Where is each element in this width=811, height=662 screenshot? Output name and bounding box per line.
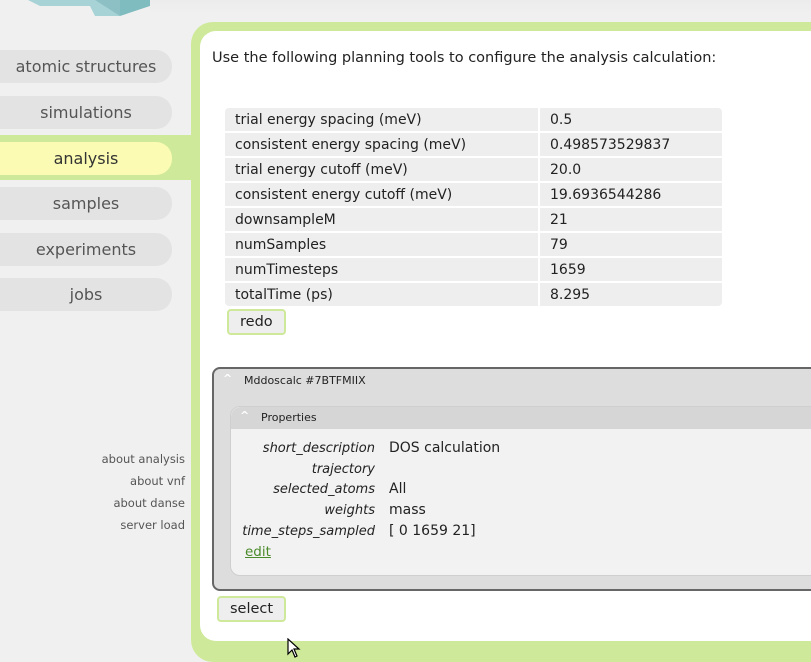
panel-title: Mddoscalc #7BTFMIIX bbox=[244, 374, 366, 387]
edit-link[interactable]: edit bbox=[245, 544, 271, 560]
param-value: 79 bbox=[540, 233, 722, 256]
table-row: trial energy spacing (meV) 0.5 bbox=[225, 108, 722, 131]
property-key: weights bbox=[324, 503, 375, 518]
table-row: downsampleM 21 bbox=[225, 208, 722, 231]
table-row: numTimesteps 1659 bbox=[225, 258, 722, 281]
nav-item-simulations[interactable]: simulations bbox=[0, 96, 172, 129]
about-danse-link[interactable]: about danse bbox=[0, 496, 185, 510]
param-value: 19.6936544286 bbox=[540, 183, 722, 206]
intro-text: Use the following planning tools to conf… bbox=[212, 50, 717, 66]
param-name: consistent energy cutoff (meV) bbox=[225, 183, 538, 206]
properties-panel: ^ Properties short_description DOS calcu… bbox=[230, 406, 811, 576]
param-name: numSamples bbox=[225, 233, 538, 256]
nav-item-experiments[interactable]: experiments bbox=[0, 233, 172, 266]
param-value: 21 bbox=[540, 208, 722, 231]
nav-item-jobs[interactable]: jobs bbox=[0, 278, 172, 311]
table-row: consistent energy cutoff (meV) 19.693654… bbox=[225, 183, 722, 206]
mouse-pointer-icon bbox=[287, 637, 301, 662]
param-value: 1659 bbox=[540, 258, 722, 281]
param-name: consistent energy spacing (meV) bbox=[225, 133, 538, 156]
nav-item-analysis[interactable]: analysis bbox=[0, 142, 172, 175]
property-key: short_description bbox=[262, 441, 375, 456]
param-name: numTimesteps bbox=[225, 258, 538, 281]
collapse-caret-icon[interactable]: ^ bbox=[223, 372, 232, 385]
property-key: selected_atoms bbox=[273, 482, 375, 497]
param-value: 20.0 bbox=[540, 158, 722, 181]
planning-table: trial energy spacing (meV) 0.5 consisten… bbox=[223, 106, 724, 308]
collapse-caret-icon[interactable]: ^ bbox=[240, 409, 249, 422]
table-row: consistent energy spacing (meV) 0.498573… bbox=[225, 133, 722, 156]
table-row: trial energy cutoff (meV) 20.0 bbox=[225, 158, 722, 181]
property-value: [ 0 1659 21] bbox=[389, 523, 476, 539]
table-row: totalTime (ps) 8.295 bbox=[225, 283, 722, 306]
property-value: mass bbox=[389, 502, 426, 518]
app-logo[interactable] bbox=[0, 0, 160, 16]
param-name: trial energy spacing (meV) bbox=[225, 108, 538, 131]
property-key: time_steps_sampled bbox=[242, 524, 375, 539]
property-value: DOS calculation bbox=[389, 440, 501, 456]
property-value: All bbox=[389, 481, 407, 497]
select-button[interactable]: select bbox=[217, 596, 287, 622]
computation-panel: ^ Mddoscalc #7BTFMIIX ^ Properties short… bbox=[212, 367, 811, 591]
nav-item-samples[interactable]: samples bbox=[0, 187, 172, 220]
nav-item-atomic-structures[interactable]: atomic structures bbox=[0, 50, 172, 83]
table-row: numSamples 79 bbox=[225, 233, 722, 256]
header-strip bbox=[150, 0, 811, 14]
about-vnf-link[interactable]: about vnf bbox=[0, 474, 185, 488]
about-analysis-link[interactable]: about analysis bbox=[0, 452, 185, 466]
redo-button[interactable]: redo bbox=[227, 309, 286, 335]
param-name: trial energy cutoff (meV) bbox=[225, 158, 538, 181]
param-name: downsampleM bbox=[225, 208, 538, 231]
param-value: 0.498573529837 bbox=[540, 133, 722, 156]
param-value: 8.295 bbox=[540, 283, 722, 306]
param-value: 0.5 bbox=[540, 108, 722, 131]
param-name: totalTime (ps) bbox=[225, 283, 538, 306]
server-load-link[interactable]: server load bbox=[0, 518, 185, 532]
properties-header: ^ Properties bbox=[231, 407, 811, 429]
property-key: trajectory bbox=[311, 462, 375, 477]
properties-title: Properties bbox=[261, 411, 317, 424]
